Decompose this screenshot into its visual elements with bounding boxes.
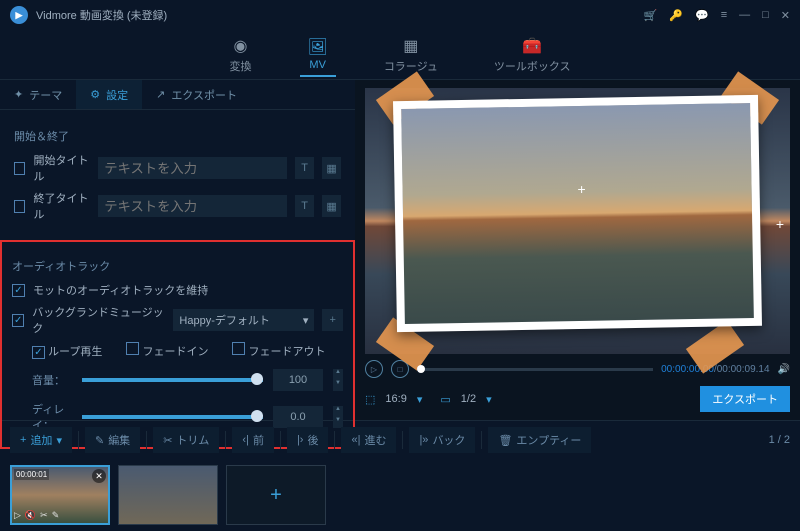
timeline-slider[interactable] <box>417 368 653 371</box>
fadein-checkbox[interactable] <box>126 342 139 355</box>
minimize-button[interactable]: — <box>739 9 750 22</box>
export-icon: ↗ <box>156 88 165 101</box>
loop-checkbox[interactable] <box>32 346 45 359</box>
crop-handle[interactable]: + <box>578 181 586 197</box>
clip-strip: 00:00:01 ✕ ▷ 🔇 ✂ ✎ + <box>0 459 800 531</box>
app-logo-icon: ▶ <box>10 6 28 24</box>
font-button-2[interactable]: T <box>295 195 314 217</box>
keep-audio-label: モットのオーディオトラックを維持 <box>33 282 208 298</box>
clip-duration: 00:00:01 <box>14 469 49 480</box>
theme-icon: ✦ <box>14 88 23 101</box>
collage-icon: ▦ <box>403 36 418 56</box>
playback-controls: ▷ □ 00:00:00.00/00:00:09.14 🔊 <box>365 354 790 384</box>
clip-thumb-2[interactable] <box>118 465 218 525</box>
add-clip-button[interactable]: + <box>226 465 326 525</box>
end-title-checkbox[interactable] <box>14 200 25 213</box>
add-bgm-button[interactable]: + <box>322 309 343 331</box>
titlebar: ▶ Vidmore 動画変換 (未登録) 🛒 🔑 💬 ≡ — □ ✕ <box>0 0 800 30</box>
clip-thumb-1[interactable]: 00:00:01 ✕ ▷ 🔇 ✂ ✎ <box>10 465 110 525</box>
nav-mv[interactable]: 🖼MV <box>300 33 336 77</box>
preview-area: + + <box>365 88 790 354</box>
page-indicator: 1/2 <box>461 393 476 405</box>
crop-handle[interactable]: + <box>776 216 784 232</box>
delay-value[interactable]: 0.0 <box>273 406 323 428</box>
play-icon[interactable]: ▷ <box>14 510 21 521</box>
menu-icon[interactable]: ≡ <box>721 9 727 22</box>
pager: 1 / 2 <box>769 434 790 446</box>
edit-button[interactable]: ✎ 編集 <box>85 427 140 453</box>
bgm-select[interactable]: Happy-デフォルト▾ <box>173 309 314 331</box>
fadeout-checkbox[interactable] <box>232 342 245 355</box>
convert-icon: ◉ <box>234 36 248 56</box>
chevron-down-icon: ▾ <box>303 314 309 327</box>
back-button[interactable]: |» バック <box>409 427 475 453</box>
cut-icon[interactable]: ✂ <box>40 510 48 521</box>
chevron-down-icon[interactable]: ▾ <box>486 393 492 406</box>
total-time: 00:00:09.14 <box>717 364 770 375</box>
before-button[interactable]: ‹| 前 <box>232 427 274 453</box>
end-title-label: 終了タイトル <box>33 190 90 222</box>
mute-icon[interactable]: 🔇 <box>25 510 36 521</box>
font-button[interactable]: T <box>295 157 314 179</box>
cart-icon[interactable]: 🛒 <box>644 9 658 22</box>
nav-convert[interactable]: ◉変換 <box>222 32 260 78</box>
end-title-input[interactable] <box>98 195 287 217</box>
tab-theme[interactable]: ✦テーマ <box>0 80 76 109</box>
remove-clip-button[interactable]: ✕ <box>92 469 106 483</box>
nav-toolbox[interactable]: 🧰ツールボックス <box>486 32 579 78</box>
toolbox-icon: 🧰 <box>522 36 542 56</box>
delay-slider[interactable] <box>82 415 263 419</box>
aspect-icon[interactable]: ⬚ <box>365 393 375 406</box>
close-button[interactable]: ✕ <box>781 9 790 22</box>
color-button-2[interactable]: ▦ <box>322 195 341 217</box>
forward-button[interactable]: «| 進む <box>341 427 396 453</box>
key-icon[interactable]: 🔑 <box>669 9 683 22</box>
volume-down[interactable]: ▼ <box>333 380 343 391</box>
tab-settings[interactable]: ⚙設定 <box>76 80 142 109</box>
volume-label: 音量： <box>32 372 72 388</box>
start-title-label: 開始タイトル <box>33 152 90 184</box>
app-title: Vidmore 動画変換 (未登録) <box>36 7 644 23</box>
volume-icon[interactable]: 🔊 <box>778 364 790 375</box>
export-button[interactable]: エクスポート <box>700 386 790 412</box>
keep-audio-checkbox[interactable] <box>12 284 25 297</box>
subtabs: ✦テーマ ⚙設定 ↗エクスポート <box>0 80 355 110</box>
tab-export[interactable]: ↗エクスポート <box>142 80 251 109</box>
trim-button[interactable]: ✂ トリム <box>153 427 219 453</box>
start-title-input[interactable] <box>98 157 287 179</box>
start-title-checkbox[interactable] <box>14 162 25 175</box>
start-end-heading: 開始＆終了 <box>14 128 341 144</box>
after-button[interactable]: |› 後 <box>287 427 329 453</box>
volume-up[interactable]: ▲ <box>333 369 343 380</box>
play-button[interactable]: ▷ <box>365 360 383 378</box>
add-button[interactable]: + 追加 ▾ <box>10 427 72 453</box>
aspect-label: 16:9 <box>385 393 406 405</box>
chevron-down-icon[interactable]: ▾ <box>417 393 423 406</box>
mv-icon: 🖼 <box>308 37 328 57</box>
audio-track-section: オーディオトラック モットのオーディオトラックを維持 バックグランドミュージック… <box>0 240 355 449</box>
edit-icon[interactable]: ✎ <box>52 510 60 521</box>
split-icon[interactable]: ▭ <box>440 393 450 406</box>
top-nav: ◉変換 🖼MV ▦コラージュ 🧰ツールボックス <box>0 30 800 80</box>
empty-button[interactable]: 🗑 エンプティー <box>488 427 591 453</box>
bgm-checkbox[interactable] <box>12 314 24 327</box>
bgm-label: バックグランドミュージック <box>32 304 165 336</box>
audio-heading: オーディオトラック <box>12 258 343 274</box>
color-button[interactable]: ▦ <box>322 157 341 179</box>
feedback-icon[interactable]: 💬 <box>695 9 709 22</box>
maximize-button[interactable]: □ <box>762 9 769 22</box>
delay-up[interactable]: ▲ <box>333 406 343 417</box>
gear-icon: ⚙ <box>90 88 100 101</box>
photo-frame <box>393 95 762 332</box>
volume-slider[interactable] <box>82 378 263 382</box>
volume-value[interactable]: 100 <box>273 369 323 391</box>
nav-collage[interactable]: ▦コラージュ <box>376 32 446 78</box>
